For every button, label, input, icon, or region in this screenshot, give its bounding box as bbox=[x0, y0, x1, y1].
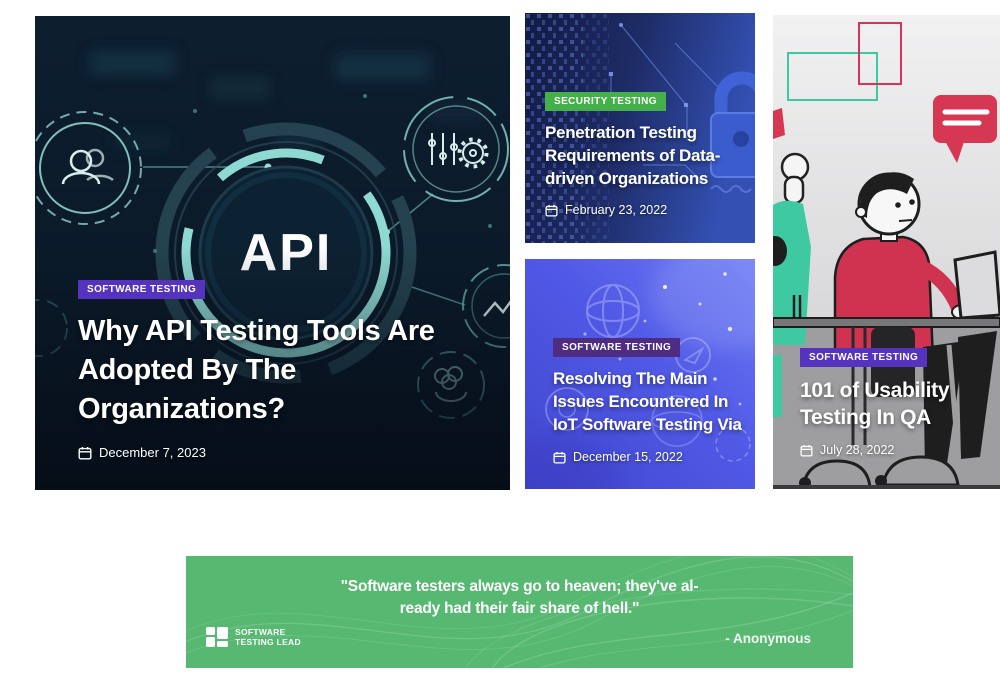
post-date-text: July 28, 2022 bbox=[820, 443, 894, 457]
calendar-icon bbox=[78, 446, 92, 460]
calendar-icon bbox=[545, 204, 558, 217]
quote-banner[interactable]: "Software testers always go to heaven; t… bbox=[186, 556, 853, 668]
quote-line-1: "Software testers always go to heaven; t… bbox=[290, 576, 750, 598]
post-date-text: December 15, 2022 bbox=[573, 450, 683, 464]
software-testing-lead-logo: SOFTWARE TESTING LEAD bbox=[206, 626, 301, 648]
post-card-penetration-testing[interactable]: SECURITY TESTING Penetration Testing Req… bbox=[525, 13, 755, 243]
quote-line-2: ready had their fair share of hell." bbox=[290, 598, 750, 620]
calendar-icon bbox=[800, 444, 813, 457]
post-title[interactable]: Penetration Testing Requirements of Data… bbox=[545, 121, 745, 190]
post-date-text: December 7, 2023 bbox=[99, 445, 206, 460]
post-date-text: February 23, 2022 bbox=[565, 203, 667, 217]
quote-attribution: - Anonymous bbox=[725, 631, 811, 646]
calendar-icon bbox=[553, 451, 566, 464]
post-card-usability-testing[interactable]: SOFTWARE TESTING 101 of Usability Testin… bbox=[773, 15, 1000, 489]
logo-text-line-2: TESTING LEAD bbox=[235, 637, 301, 647]
quote-text: "Software testers always go to heaven; t… bbox=[290, 576, 750, 620]
post-date: July 28, 2022 bbox=[800, 443, 992, 457]
desk bbox=[773, 318, 1000, 327]
post-card-iot-testing[interactable]: SOFTWARE TESTING Resolving The Main Issu… bbox=[525, 259, 755, 489]
post-card-api-testing[interactable]: API bbox=[35, 16, 510, 490]
post-title[interactable]: Resolving The Main Issues Encountered In… bbox=[553, 367, 745, 436]
laptop-icon bbox=[955, 252, 1000, 318]
category-badge[interactable]: SOFTWARE TESTING bbox=[800, 348, 927, 367]
post-title[interactable]: 101 of Usability Testing In QA bbox=[800, 377, 992, 431]
category-badge[interactable]: SECURITY TESTING bbox=[545, 92, 666, 111]
software-testing-lead-logo-icon bbox=[206, 626, 228, 648]
post-date: December 7, 2023 bbox=[78, 445, 438, 460]
post-date: February 23, 2022 bbox=[545, 203, 745, 217]
blog-grid-page: API bbox=[0, 0, 1000, 675]
post-title[interactable]: Why API Testing Tools Are Adopted By The… bbox=[78, 312, 438, 429]
post-date: December 15, 2022 bbox=[553, 450, 745, 464]
category-badge[interactable]: SOFTWARE TESTING bbox=[553, 338, 680, 357]
logo-text-line-1: SOFTWARE bbox=[235, 627, 301, 637]
category-badge[interactable]: SOFTWARE TESTING bbox=[78, 280, 205, 299]
